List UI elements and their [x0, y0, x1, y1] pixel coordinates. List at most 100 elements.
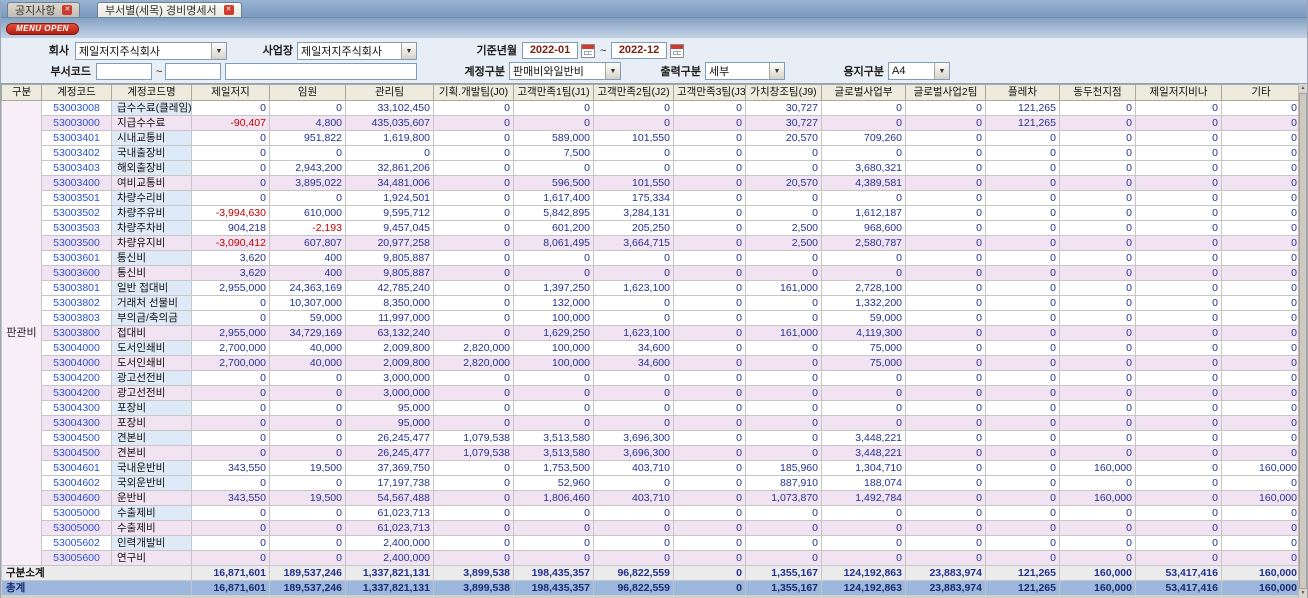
account-code-cell: 53003402 — [41, 145, 112, 161]
period-to-input[interactable]: 2022-12 — [611, 42, 667, 59]
column-header[interactable]: 고객만족3팀(J3) — [673, 84, 746, 101]
value-cell: 0 — [905, 430, 986, 446]
table-row[interactable]: 53005000 수출제비 0 0 61,023,713 0 0 0 0 0 0 0 0 0 0 0 — [2, 520, 1300, 536]
value-cell: 0 — [905, 310, 986, 326]
table-row[interactable]: 53004000 도서인쇄비 2,700,000 40,000 2,009,800 2,8… — [2, 340, 1300, 356]
column-header[interactable]: 기타 — [1221, 84, 1300, 101]
value-cell: 0 — [745, 340, 822, 356]
table-row[interactable]: 53003803 부의금/축의금 0 59,000 11,997,000 0 100,000… — [2, 310, 1300, 326]
column-header[interactable]: 관리팀 — [345, 84, 434, 101]
table-row[interactable]: 53004602 국외운반비 0 0 17,197,738 0 52,960 0 0 887,91… — [2, 475, 1300, 491]
table-row[interactable]: 판관비 53003008 급수수료(클레임) 0 0 33,102,450 0 0 0 0 30,7… — [1, 100, 1300, 566]
chevron-down-icon[interactable]: ▼ — [605, 63, 620, 79]
column-header[interactable]: 임원 — [269, 84, 346, 101]
column-header[interactable]: 고객만족1팀(J1) — [513, 84, 594, 101]
column-header[interactable]: 글로벌사업부 — [821, 84, 906, 101]
calendar-icon[interactable] — [581, 44, 595, 58]
dept-code-from-input[interactable] — [96, 63, 152, 80]
tab-notice[interactable]: 공지사항 ✕ — [7, 2, 81, 17]
value-cell: 2,700,000 — [191, 355, 270, 371]
dept-code-to-input[interactable] — [165, 63, 221, 80]
account-type-select[interactable]: 판매비와일반비 ▼ — [509, 62, 621, 80]
table-row[interactable]: 53003402 국내출장비 0 0 0 0 7,500 0 0 0 0 0 0 0 0 0 — [2, 145, 1300, 161]
vertical-scrollbar[interactable]: ▲ ▼ — [1298, 84, 1307, 598]
value-cell: 61,023,713 — [345, 520, 434, 536]
value-cell: 0 — [1059, 235, 1136, 251]
value-cell: 0 — [745, 400, 822, 416]
table-row[interactable]: 53003600 통신비 3,620 400 9,805,887 0 0 0 0 0 0 0 0 0 0 0 — [2, 265, 1300, 281]
column-header[interactable]: 계정코드명 — [111, 84, 192, 101]
value-cell: 24,363,169 — [269, 280, 346, 296]
table-row[interactable]: 53004200 광고선전비 0 0 3,000,000 0 0 0 0 0 0 0 0 0 0 0 — [2, 370, 1300, 386]
close-icon[interactable]: ✕ — [62, 5, 73, 15]
table-row[interactable]: 53004200 광고선전비 0 0 3,000,000 0 0 0 0 0 0 0 0 0 0 0 — [2, 385, 1300, 401]
table-row[interactable]: 53004500 견본비 0 0 26,245,477 1,079,538 3,513,58… — [2, 445, 1300, 461]
table-row[interactable]: 53003500 차량유지비 -3,090,412 607,807 20,977,258… — [2, 235, 1300, 251]
column-header[interactable]: 제일저지비나 — [1135, 84, 1222, 101]
table-row[interactable]: 53003400 여비교통비 0 3,895,022 34,481,006 0 596,50… — [2, 175, 1300, 191]
account-code-cell: 53005000 — [41, 520, 112, 536]
close-icon[interactable]: ✕ — [223, 5, 234, 15]
chevron-down-icon[interactable]: ▼ — [211, 43, 226, 59]
column-header[interactable]: 글로벌사업2팀 — [905, 84, 986, 101]
tab-expense-report[interactable]: 부서별(세목) 경비명세서 ✕ — [97, 2, 242, 17]
table-row[interactable]: 53004500 견본비 0 0 26,245,477 1,079,538 3,513,58… — [2, 430, 1300, 446]
dept-name-input[interactable] — [225, 63, 417, 80]
value-cell: 0 — [905, 475, 986, 491]
table-row[interactable]: 53004300 포장비 0 0 95,000 0 0 0 0 0 0 0 0 0 0 0 — [2, 400, 1300, 416]
table-row[interactable]: 53003601 통신비 3,620 400 9,805,887 0 0 0 0 0 0 0 0 0 0 0 — [2, 250, 1300, 266]
table-row[interactable]: 53003801 일반 접대비 2,955,000 24,363,169 42,785,… — [2, 280, 1300, 296]
account-name-cell: 운반비 — [111, 490, 192, 506]
column-header[interactable]: 제일저지 — [191, 84, 270, 101]
value-cell: 0 — [821, 265, 906, 281]
table-row[interactable]: 53004000 도서인쇄비 2,700,000 40,000 2,009,800 2,8… — [2, 355, 1300, 371]
table-row[interactable]: 53003502 차량주유비 -3,994,630 610,000 9,595,712 0… — [2, 205, 1300, 221]
table-row[interactable]: 53004600 운반비 343,550 19,500 54,567,488 0 1,806… — [2, 490, 1300, 506]
table-row[interactable]: 53003501 차량수리비 0 0 1,924,501 0 1,617,400 175,33… — [2, 190, 1300, 206]
value-cell: 0 — [745, 160, 822, 176]
table-row[interactable]: 53004601 국내운반비 343,550 19,500 37,369,750 0 1,7… — [2, 460, 1300, 476]
column-header[interactable]: 플레차 — [985, 84, 1060, 101]
period-from-input[interactable]: 2022-01 — [522, 42, 578, 59]
column-header[interactable]: 기획.개발팀(J0) — [433, 84, 514, 101]
table-row[interactable]: 53005602 인력개발비 0 0 2,400,000 0 0 0 0 0 0 0 0 0 0 0 — [2, 535, 1300, 551]
value-cell: 1,332,200 — [821, 295, 906, 311]
site-select[interactable]: 제일저지주식회사 ▼ — [297, 42, 417, 60]
paper-type-select[interactable]: A4 ▼ — [888, 62, 950, 80]
column-header[interactable]: 고객만족2팀(J2) — [593, 84, 674, 101]
table-row[interactable]: 53003802 거래처 선물비 0 10,307,000 8,350,000 0 132,… — [2, 295, 1300, 311]
output-type-select[interactable]: 세부 ▼ — [705, 62, 785, 80]
value-cell: 0 — [433, 550, 514, 566]
column-header[interactable]: 계정코드 — [41, 84, 112, 101]
value-cell: 0 — [269, 550, 346, 566]
table-row[interactable]: 53003401 시내교통비 0 951,822 1,619,800 0 589,000 10… — [2, 130, 1300, 146]
menu-open-button[interactable]: MENU OPEN — [6, 23, 79, 35]
column-header[interactable]: 가치창조팀(J9) — [745, 84, 822, 101]
table-row[interactable]: 53003800 접대비 2,955,000 34,729,169 63,132,240… — [2, 325, 1300, 341]
chevron-down-icon[interactable]: ▼ — [401, 43, 416, 59]
company-select[interactable]: 제일저지주식회사 ▼ — [75, 42, 227, 60]
column-header[interactable]: 동두천지점 — [1059, 84, 1136, 101]
value-cell: 951,822 — [269, 130, 346, 146]
scroll-thumb[interactable] — [1299, 93, 1307, 589]
value-cell: 0 — [1059, 220, 1136, 236]
table-row[interactable]: 53003503 차량주차비 904,218 -2,193 9,457,045 0 601,… — [2, 220, 1300, 236]
value-cell: 0 — [1221, 505, 1300, 521]
calendar-icon[interactable] — [670, 44, 684, 58]
value-cell: 0 — [191, 130, 270, 146]
column-header[interactable]: 구분 — [1, 84, 42, 101]
value-cell: 0 — [985, 325, 1060, 341]
table-row[interactable]: 53004300 포장비 0 0 95,000 0 0 0 0 0 0 0 0 0 0 0 — [2, 415, 1300, 431]
value-cell: 0 — [985, 235, 1060, 251]
value-cell: 3,000,000 — [345, 385, 434, 401]
scroll-down-icon[interactable]: ▼ — [1299, 589, 1307, 598]
chevron-down-icon[interactable]: ▼ — [769, 63, 784, 79]
scroll-up-icon[interactable]: ▲ — [1299, 84, 1307, 93]
value-cell: 0 — [673, 100, 746, 116]
table-row[interactable]: 53003000 지급수수료 -90,407 4,800 435,035,607 0 0 0 0… — [2, 115, 1300, 131]
table-row[interactable]: 53005600 연구비 0 0 2,400,000 0 0 0 0 0 0 0 0 0 0 0 — [2, 550, 1300, 566]
chevron-down-icon[interactable]: ▼ — [934, 63, 949, 79]
table-row[interactable]: 53003403 해외출장비 0 2,943,200 32,861,206 0 0 0 0 0 3,… — [2, 160, 1300, 176]
table-row[interactable]: 53005000 수출제비 0 0 61,023,713 0 0 0 0 0 0 0 0 0 0 0 — [2, 505, 1300, 521]
value-cell: 0 — [433, 400, 514, 416]
